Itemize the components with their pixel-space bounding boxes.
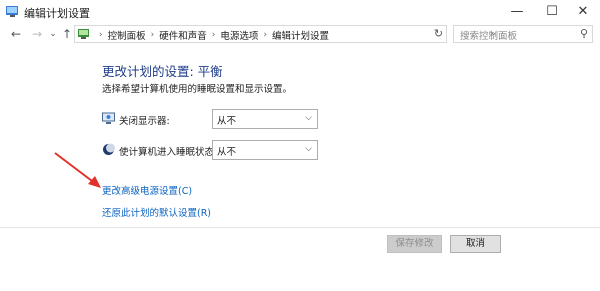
- breadcrumb-item[interactable]: 硬件和声音: [159, 28, 207, 42]
- control-panel-icon: [78, 29, 89, 39]
- control-panel-icon: [6, 6, 18, 17]
- breadcrumb-item[interactable]: 控制面板: [108, 28, 146, 42]
- forward-arrow-icon[interactable]: →: [30, 26, 44, 42]
- sleep-select[interactable]: 从不 ⌵: [212, 140, 318, 160]
- moon-icon: [103, 143, 115, 155]
- page-title: 更改计划的设置: 平衡: [102, 64, 223, 79]
- breadcrumb-item[interactable]: 编辑计划设置: [272, 28, 329, 42]
- window-title: 编辑计划设置: [24, 7, 90, 20]
- recent-locations-icon[interactable]: ⌄: [46, 26, 60, 42]
- maximize-button[interactable]: ☐: [535, 0, 569, 23]
- breadcrumb-separator-icon: ›: [150, 30, 155, 40]
- display-off-setting: 关闭显示器: 从不 ⌵: [102, 109, 322, 131]
- search-icon[interactable]: ⚲: [580, 27, 588, 40]
- display-off-select[interactable]: 从不 ⌵: [212, 109, 318, 129]
- cancel-button[interactable]: 取消: [450, 235, 501, 253]
- sleep-setting: 使计算机进入睡眠状态: 从不 ⌵: [102, 140, 322, 162]
- breadcrumb: › 控制面板 › 硬件和声音 › 电源选项 › 编辑计划设置: [94, 28, 329, 42]
- save-button[interactable]: 保存修改: [387, 235, 442, 253]
- display-off-label: 关闭显示器:: [119, 116, 170, 127]
- breadcrumb-item[interactable]: 电源选项: [220, 28, 258, 42]
- breadcrumb-separator-icon: ›: [211, 30, 216, 40]
- advanced-power-settings-link[interactable]: 更改高级电源设置(C): [102, 183, 192, 197]
- back-arrow-icon[interactable]: ←: [9, 26, 23, 42]
- up-arrow-icon[interactable]: ↑: [60, 26, 74, 42]
- breadcrumb-separator-icon: ›: [263, 30, 267, 40]
- search-placeholder: 搜索控制面板: [460, 31, 518, 42]
- title-bar: 编辑计划设置 — ☐ ✕: [0, 0, 600, 23]
- navigation-bar: ← → ⌄ ↑ › 控制面板 › 硬件和声音 › 电源选项 › 编辑计划设置 ⌄…: [0, 23, 600, 45]
- sleep-value: 从不: [217, 147, 237, 158]
- refresh-icon[interactable]: ↻: [432, 27, 445, 40]
- chevron-down-icon: ⌵: [305, 144, 312, 154]
- chevron-down-icon: ⌵: [305, 113, 312, 123]
- monitor-icon: [102, 112, 115, 124]
- search-input[interactable]: 搜索控制面板 ⚲: [453, 25, 593, 43]
- main-content: 更改计划的设置: 平衡 选择希望计算机使用的睡眠设置和显示设置。 关闭显示器: …: [0, 45, 600, 291]
- restore-defaults-link[interactable]: 还原此计划的默认设置(R): [102, 205, 211, 219]
- page-subtitle: 选择希望计算机使用的睡眠设置和显示设置。: [102, 84, 293, 95]
- minimize-button[interactable]: —: [500, 0, 534, 23]
- sleep-label: 使计算机进入睡眠状态:: [119, 147, 218, 158]
- close-button[interactable]: ✕: [566, 0, 600, 23]
- breadcrumb-separator-icon: ›: [99, 30, 103, 40]
- address-bar[interactable]: › 控制面板 › 硬件和声音 › 电源选项 › 编辑计划设置 ⌄: [74, 25, 498, 43]
- display-off-value: 从不: [217, 116, 237, 127]
- footer-divider: [0, 227, 600, 228]
